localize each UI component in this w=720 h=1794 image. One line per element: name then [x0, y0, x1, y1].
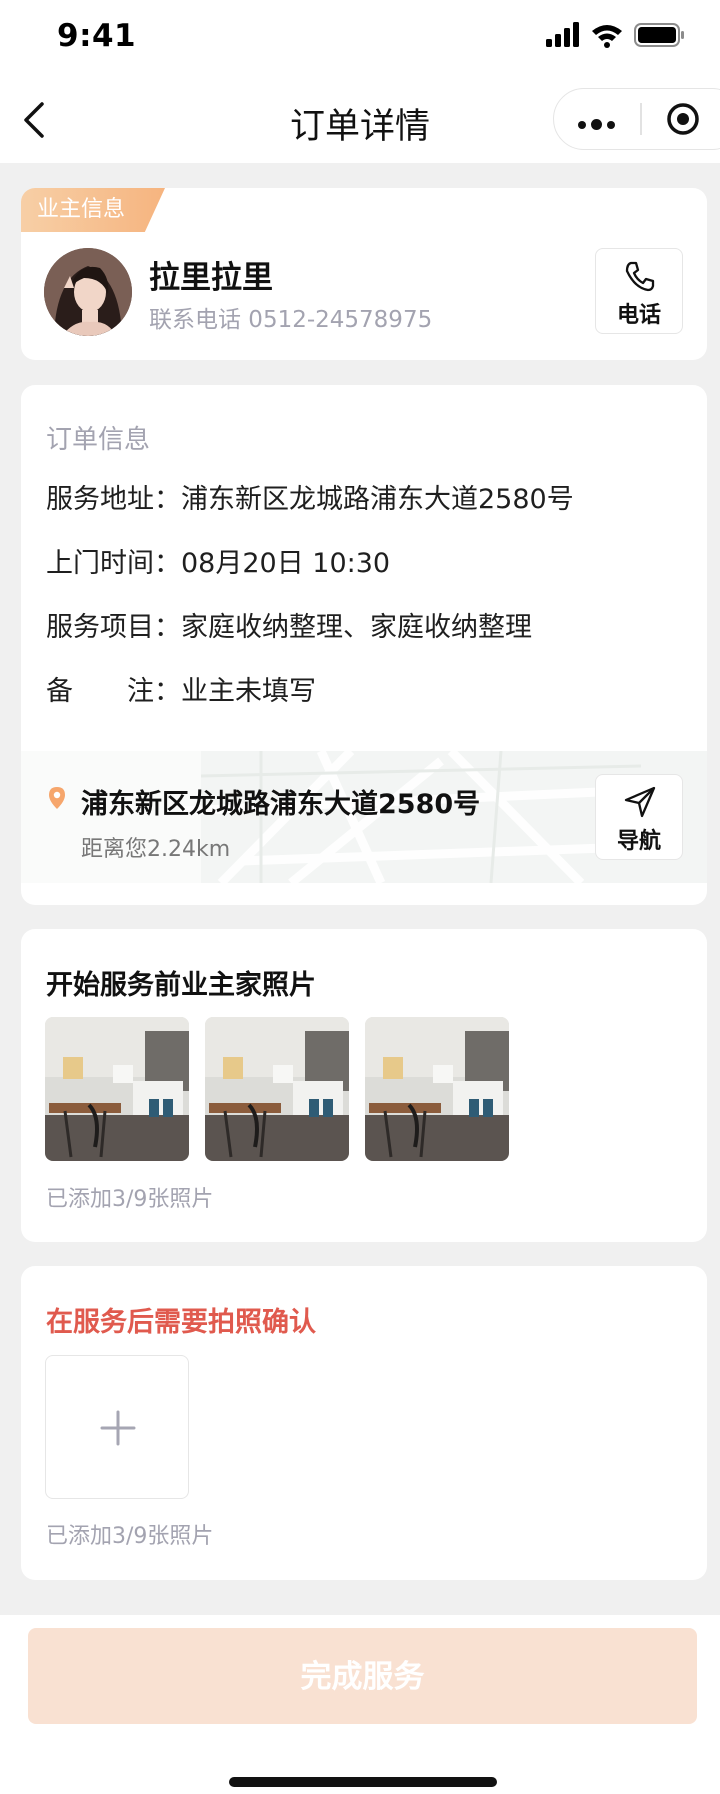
owner-name: 拉里拉里	[149, 260, 273, 296]
after-photos-card: 在服务后需要拍照确认 已添加3/9张照片	[21, 1266, 707, 1580]
order-info-card: 订单信息 服务地址：浦东新区龙城路浦东大道2580号 上门时间：08月20日 1…	[21, 385, 707, 905]
after-photos-title: 在服务后需要拍照确认	[46, 1307, 316, 1338]
room-photo[interactable]	[365, 1017, 509, 1161]
order-row-service: 服务项目：家庭收纳整理、家庭收纳整理	[46, 605, 532, 644]
map-address: 浦东新区龙城路浦东大道2580号	[81, 789, 481, 820]
capsule-divider	[640, 103, 642, 135]
finish-service-button[interactable]: 完成服务	[28, 1628, 697, 1724]
call-label: 电话	[616, 303, 661, 328]
room-photo-image	[45, 1017, 189, 1161]
row-key: 上门时间：	[46, 548, 181, 579]
row-key: 服务项目：	[46, 612, 181, 643]
room-photo-image	[365, 1017, 509, 1161]
distance-text: 距离您2.24km	[81, 837, 231, 862]
navigation-icon	[624, 786, 656, 818]
location-pin-icon	[49, 787, 65, 809]
plus-icon	[100, 1410, 136, 1446]
owner-card: 业主信息 拉里拉里 联系电话 0512-24578975 电话	[21, 188, 707, 360]
before-photo-count: 已添加3/9张照片	[46, 1187, 214, 1212]
order-row-remark: 备 注：业主未填写	[46, 669, 316, 708]
add-photo-button[interactable]	[45, 1355, 189, 1499]
status-icons	[546, 22, 684, 48]
row-key: 备 注：	[46, 676, 181, 707]
row-value: 08月20日 10:30	[181, 548, 391, 579]
before-photos-card: 开始服务前业主家照片 已添加3/9张照片	[21, 929, 707, 1242]
phone-icon	[625, 261, 655, 292]
mini-program-capsule	[553, 88, 720, 150]
navigate-button[interactable]: 导航	[595, 774, 683, 860]
status-time: 9:41	[57, 18, 137, 54]
row-value: 浦东新区龙城路浦东大道2580号	[181, 484, 574, 515]
bottom-bar: 完成服务	[0, 1615, 720, 1794]
room-photo-image	[205, 1017, 349, 1161]
before-photos-title: 开始服务前业主家照片	[46, 970, 316, 1001]
order-section-title: 订单信息	[46, 425, 151, 455]
row-value: 家庭收纳整理、家庭收纳整理	[181, 612, 532, 643]
top-bar: 9:41 订单详情	[0, 0, 720, 163]
room-photo[interactable]	[205, 1017, 349, 1161]
owner-phone: 联系电话 0512-24578975	[149, 307, 433, 333]
owner-tag: 业主信息	[21, 188, 165, 232]
order-row-time: 上门时间：08月20日 10:30	[46, 541, 390, 580]
close-target-icon[interactable]	[666, 102, 700, 136]
row-value: 业主未填写	[181, 676, 316, 707]
room-photo[interactable]	[45, 1017, 189, 1161]
call-button[interactable]: 电话	[595, 248, 683, 334]
home-indicator	[229, 1777, 497, 1787]
row-key: 服务地址：	[46, 484, 181, 515]
avatar	[44, 248, 132, 336]
navigate-label: 导航	[616, 829, 661, 854]
order-row-address: 服务地址：浦东新区龙城路浦东大道2580号	[46, 477, 574, 516]
after-photo-count: 已添加3/9张照片	[46, 1524, 214, 1549]
more-button[interactable]	[578, 114, 620, 133]
